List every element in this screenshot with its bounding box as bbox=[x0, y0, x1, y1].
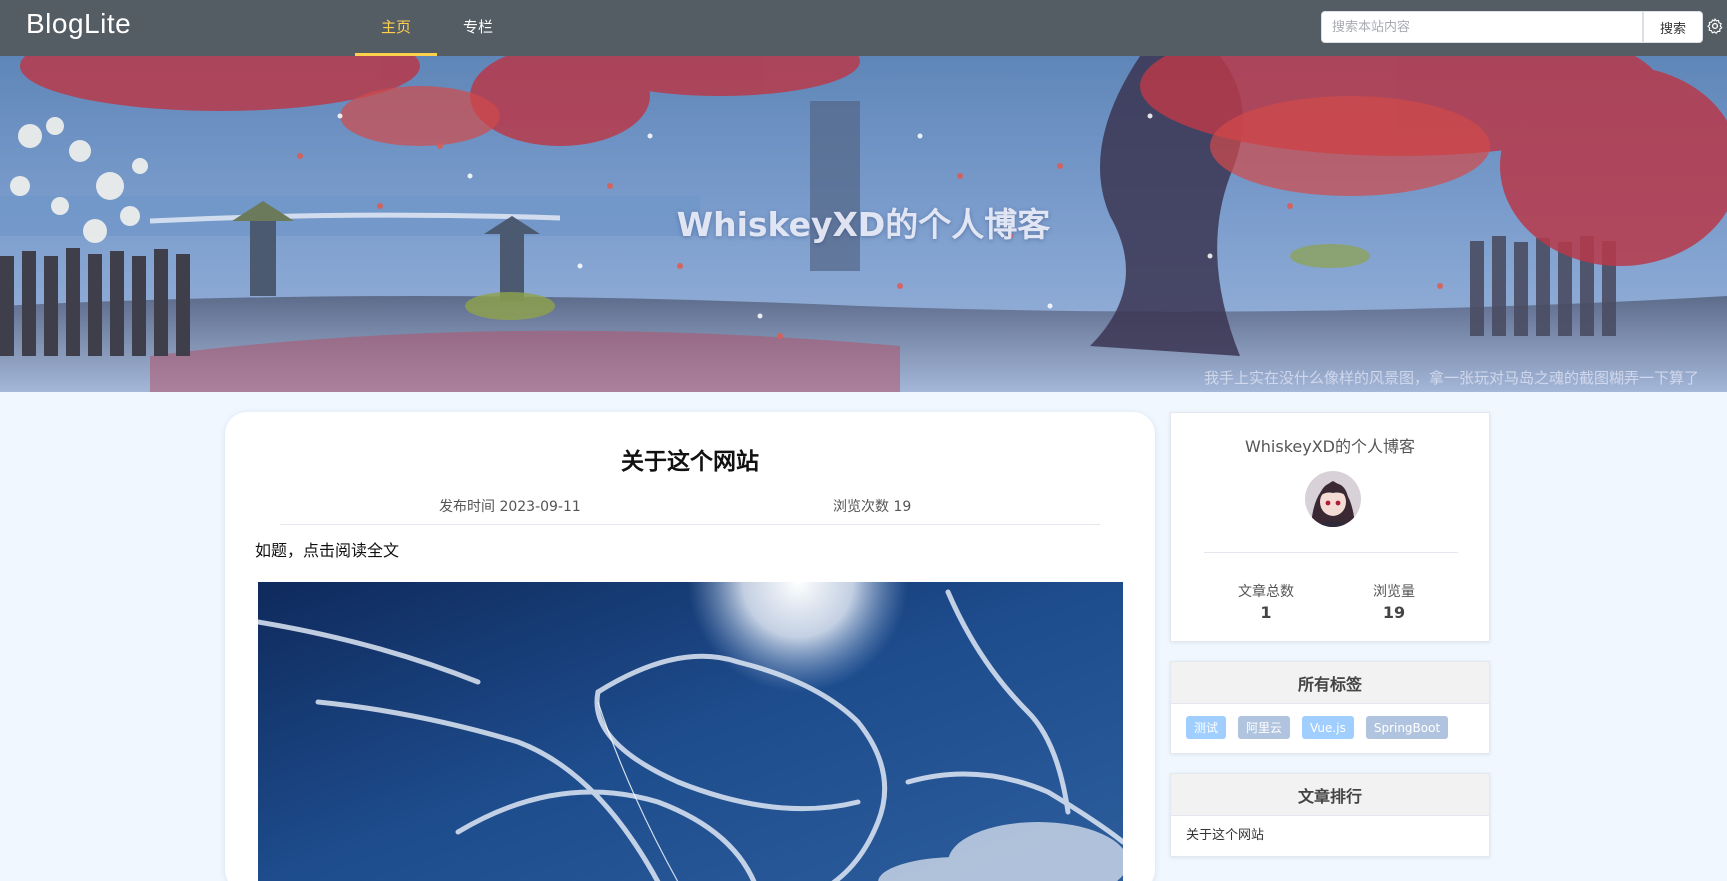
avatar[interactable] bbox=[1305, 471, 1361, 527]
tag-list: 测试 阿里云 Vue.js SpringBoot bbox=[1171, 704, 1489, 751]
article-view-count: 浏览次数 19 bbox=[833, 499, 912, 515]
article-card[interactable]: 关于这个网站 发布时间 2023-09-11 浏览次数 19 如题，点击阅读全文 bbox=[225, 412, 1155, 881]
article-publish-date: 发布时间 2023-09-11 bbox=[439, 499, 581, 515]
tag-vuejs[interactable]: Vue.js bbox=[1302, 716, 1354, 739]
profile-divider bbox=[1204, 552, 1458, 553]
stat-articles-value: 1 bbox=[1260, 603, 1272, 622]
banner-title: WhiskeyXD的个人博客 bbox=[676, 205, 1051, 244]
tags-panel-title: 所有标签 bbox=[1171, 662, 1489, 704]
ranking-item[interactable]: 关于这个网站 bbox=[1171, 816, 1489, 851]
tag-aliyun[interactable]: 阿里云 bbox=[1238, 716, 1291, 739]
stat-views: 浏览量 19 bbox=[1344, 581, 1444, 622]
profile-card: WhiskeyXD的个人博客 文章总数 1 浏览量 19 bbox=[1170, 412, 1490, 642]
stat-articles-label: 文章总数 bbox=[1238, 584, 1294, 600]
stat-views-value: 19 bbox=[1382, 603, 1406, 622]
ranking-panel: 文章排行 关于这个网站 bbox=[1170, 773, 1490, 857]
tag-test[interactable]: 测试 bbox=[1186, 716, 1227, 739]
hero-banner: WhiskeyXD的个人博客 我手上实在没什么像样的风景图，拿一张玩对马岛之魂的… bbox=[0, 56, 1727, 392]
nav-tabs: 主页 专栏 bbox=[355, 0, 519, 56]
profile-name: WhiskeyXD的个人博客 bbox=[1244, 437, 1416, 456]
article-title[interactable]: 关于这个网站 bbox=[225, 442, 1155, 476]
site-logo[interactable]: BlogLite bbox=[26, 8, 131, 40]
article-summary: 如题，点击阅读全文 bbox=[255, 541, 400, 560]
top-navbar: BlogLite 主页 专栏 搜索 bbox=[0, 0, 1727, 56]
banner-caption: 我手上实在没什么像样的风景图，拿一张玩对马岛之魂的截图糊弄一下算了 bbox=[1204, 369, 1700, 387]
nav-tab-columns[interactable]: 专栏 bbox=[437, 0, 519, 56]
search-button[interactable]: 搜索 bbox=[1643, 11, 1703, 43]
stat-views-label: 浏览量 bbox=[1373, 584, 1415, 600]
meta-divider bbox=[280, 524, 1100, 525]
ranking-panel-title: 文章排行 bbox=[1171, 774, 1489, 816]
stat-articles: 文章总数 1 bbox=[1216, 581, 1316, 622]
nav-tab-home[interactable]: 主页 bbox=[355, 0, 438, 56]
tags-panel: 所有标签 测试 阿里云 Vue.js SpringBoot bbox=[1170, 661, 1490, 754]
tag-springboot[interactable]: SpringBoot bbox=[1365, 716, 1449, 739]
search-input[interactable] bbox=[1321, 11, 1643, 43]
article-cover-image[interactable] bbox=[258, 582, 1123, 881]
gear-icon[interactable] bbox=[1706, 17, 1724, 35]
